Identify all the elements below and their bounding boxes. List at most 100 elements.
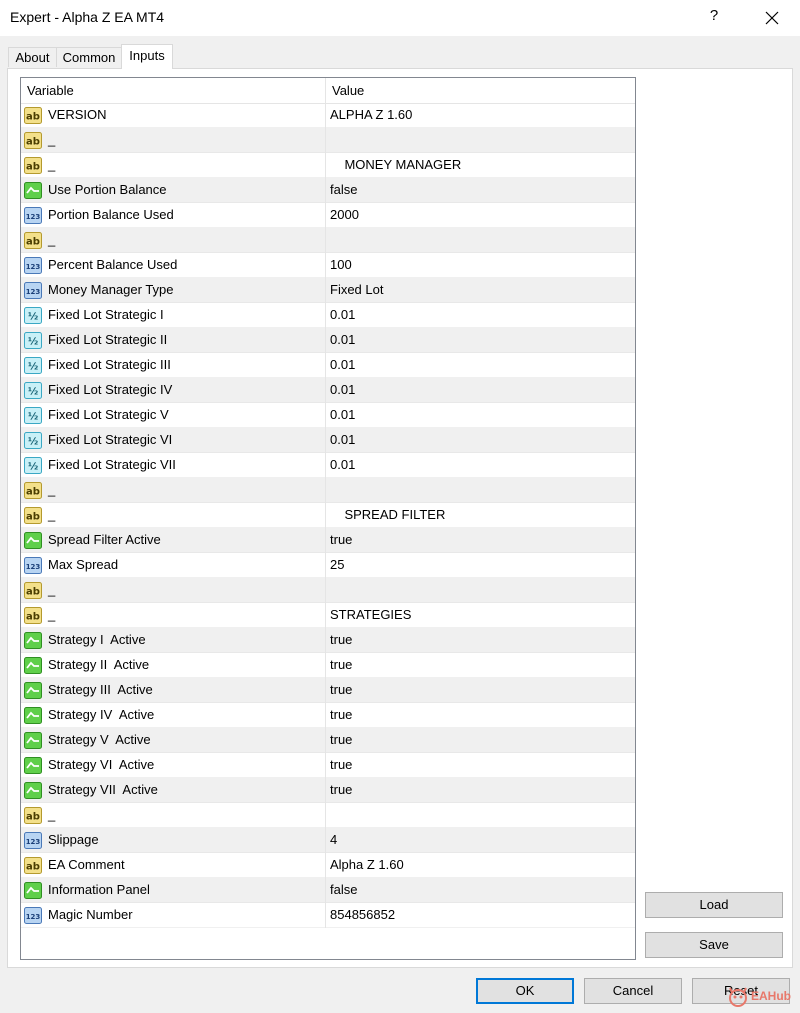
table-row[interactable]: Spread Filter Active true: [21, 528, 635, 553]
table-row[interactable]: 123 Magic Number 854856852: [21, 903, 635, 928]
value-cell[interactable]: true: [326, 728, 633, 753]
table-row[interactable]: 123 Portion Balance Used 2000: [21, 203, 635, 228]
table-row[interactable]: 123 Slippage 4: [21, 828, 635, 853]
table-row[interactable]: Strategy IV Active true: [21, 703, 635, 728]
value-cell[interactable]: 0.01: [326, 353, 633, 378]
save-button[interactable]: Save: [645, 932, 783, 958]
table-row[interactable]: ½ Fixed Lot Strategic VI 0.01: [21, 428, 635, 453]
value-cell[interactable]: [326, 803, 633, 828]
table-row[interactable]: ab _: [21, 578, 635, 603]
table-row[interactable]: ab _: [21, 478, 635, 503]
value-cell[interactable]: Fixed Lot: [326, 278, 633, 303]
value-cell[interactable]: 0.01: [326, 378, 633, 403]
help-button[interactable]: ?: [704, 7, 724, 29]
value-cell[interactable]: MONEY MANAGER: [326, 153, 633, 178]
value-cell[interactable]: true: [326, 628, 633, 653]
variable-cell: Strategy II Active: [21, 653, 326, 678]
tab-common[interactable]: Common: [56, 47, 122, 67]
value-cell[interactable]: [326, 128, 633, 153]
value-cell[interactable]: 854856852: [326, 903, 633, 928]
value-cell[interactable]: [326, 228, 633, 253]
variable-cell: 123 Percent Balance Used: [21, 253, 326, 278]
value-cell[interactable]: 25: [326, 553, 633, 578]
table-row[interactable]: Strategy I Active true: [21, 628, 635, 653]
value-cell[interactable]: 2000: [326, 203, 633, 228]
value-cell[interactable]: true: [326, 528, 633, 553]
value-cell[interactable]: true: [326, 678, 633, 703]
svg-text:123: 123: [26, 563, 41, 571]
table-row[interactable]: ½ Fixed Lot Strategic I 0.01: [21, 303, 635, 328]
variable-name: _: [48, 482, 56, 497]
variable-cell: Strategy IV Active: [21, 703, 326, 728]
variable-cell: 123 Slippage: [21, 828, 326, 853]
value-cell[interactable]: false: [326, 878, 633, 903]
table-row[interactable]: ab VERSION ALPHA Z 1.60: [21, 103, 635, 128]
value-cell[interactable]: true: [326, 778, 633, 803]
variable-name: Portion Balance Used: [48, 207, 174, 222]
boolean-type-icon: [24, 682, 42, 699]
cancel-button[interactable]: Cancel: [584, 978, 682, 1004]
tab-inputs[interactable]: Inputs: [121, 44, 173, 69]
table-row[interactable]: ab _: [21, 128, 635, 153]
value-cell[interactable]: false: [326, 178, 633, 203]
column-header-value[interactable]: Value: [326, 78, 633, 103]
table-row[interactable]: Strategy II Active true: [21, 653, 635, 678]
table-row[interactable]: 123 Percent Balance Used 100: [21, 253, 635, 278]
table-row[interactable]: Information Panel false: [21, 878, 635, 903]
integer-type-icon: 123: [24, 907, 42, 924]
svg-text:ab: ab: [26, 162, 40, 173]
table-row[interactable]: Strategy V Active true: [21, 728, 635, 753]
variable-cell: Strategy I Active: [21, 628, 326, 653]
variable-name: Strategy II Active: [48, 657, 150, 672]
value-cell[interactable]: 0.01: [326, 328, 633, 353]
value-cell[interactable]: 100: [326, 253, 633, 278]
table-row[interactable]: ½ Fixed Lot Strategic V 0.01: [21, 403, 635, 428]
variable-name: Use Portion Balance: [48, 182, 167, 197]
table-row[interactable]: ab _: [21, 228, 635, 253]
value-cell[interactable]: true: [326, 703, 633, 728]
table-row[interactable]: Use Portion Balance false: [21, 178, 635, 203]
table-row[interactable]: ½ Fixed Lot Strategic III 0.01: [21, 353, 635, 378]
load-button[interactable]: Load: [645, 892, 783, 918]
variable-name: Strategy IV Active: [48, 707, 155, 722]
svg-text:123: 123: [26, 213, 41, 221]
table-row[interactable]: ½ Fixed Lot Strategic VII 0.01: [21, 453, 635, 478]
table-row[interactable]: 123 Money Manager Type Fixed Lot: [21, 278, 635, 303]
svg-text:123: 123: [26, 263, 41, 271]
value-cell[interactable]: 0.01: [326, 453, 633, 478]
variable-cell: ½ Fixed Lot Strategic I: [21, 303, 326, 328]
table-row[interactable]: ab _ MONEY MANAGER: [21, 153, 635, 178]
variable-name: Fixed Lot Strategic VII: [48, 457, 176, 472]
value-cell[interactable]: 0.01: [326, 403, 633, 428]
table-row[interactable]: ab _: [21, 803, 635, 828]
variable-name: Money Manager Type: [48, 282, 174, 297]
table-row[interactable]: ab _ SPREAD FILTER: [21, 503, 635, 528]
table-row[interactable]: Strategy VI Active true: [21, 753, 635, 778]
table-row[interactable]: ½ Fixed Lot Strategic IV 0.01: [21, 378, 635, 403]
value-cell[interactable]: Alpha Z 1.60: [326, 853, 633, 878]
table-row[interactable]: ab EA Comment Alpha Z 1.60: [21, 853, 635, 878]
integer-type-icon: 123: [24, 282, 42, 299]
value-cell[interactable]: true: [326, 653, 633, 678]
table-row[interactable]: 123 Max Spread 25: [21, 553, 635, 578]
ok-button[interactable]: OK: [476, 978, 574, 1004]
value-cell[interactable]: ALPHA Z 1.60: [326, 103, 633, 128]
inputs-panel: Variable Value ab VERSION ALPHA Z 1.60 ab _ a…: [7, 68, 793, 968]
table-row[interactable]: Strategy VII Active true: [21, 778, 635, 803]
value-cell[interactable]: [326, 578, 633, 603]
boolean-type-icon: [24, 532, 42, 549]
value-cell[interactable]: true: [326, 753, 633, 778]
close-icon[interactable]: [758, 4, 786, 32]
value-cell[interactable]: 4: [326, 828, 633, 853]
table-row[interactable]: Strategy III Active true: [21, 678, 635, 703]
variable-name: _: [48, 582, 56, 597]
column-header-variable[interactable]: Variable: [21, 78, 326, 103]
value-cell[interactable]: STRATEGIES: [326, 603, 633, 628]
value-cell[interactable]: 0.01: [326, 303, 633, 328]
table-row[interactable]: ab _ STRATEGIES: [21, 603, 635, 628]
value-cell[interactable]: [326, 478, 633, 503]
value-cell[interactable]: SPREAD FILTER: [326, 503, 633, 528]
table-row[interactable]: ½ Fixed Lot Strategic II 0.01: [21, 328, 635, 353]
value-cell[interactable]: 0.01: [326, 428, 633, 453]
tab-about[interactable]: About: [8, 47, 57, 67]
